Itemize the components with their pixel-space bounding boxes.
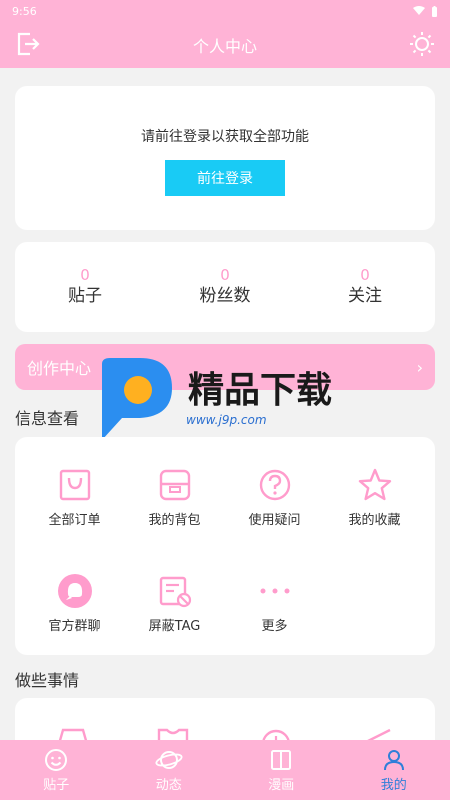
- stat-followers[interactable]: 0 粉丝数: [155, 242, 295, 332]
- status-time: 9:56: [12, 4, 37, 18]
- shopping-bag-icon: [55, 465, 95, 505]
- tab-comics[interactable]: 漫画: [225, 740, 338, 800]
- backpack-icon: [155, 465, 195, 505]
- wifi-icon: [413, 6, 425, 15]
- logout-icon[interactable]: [14, 30, 42, 58]
- tab-posts[interactable]: 贴子: [0, 740, 113, 800]
- battery-icon: [432, 5, 437, 17]
- star-icon: [355, 465, 395, 505]
- stat-label: 贴子: [68, 286, 102, 306]
- status-icons: [413, 5, 438, 17]
- info-card: 全部订单 我的背包 使用疑问 我的收藏 官方群聊 屏蔽TAG 更多: [15, 437, 435, 655]
- page-title: 个人中心: [192, 37, 257, 56]
- tab-label: 贴子: [43, 777, 70, 793]
- tab-label: 动态: [155, 777, 182, 793]
- stat-value: 0: [220, 266, 230, 284]
- question-icon: [255, 465, 295, 505]
- grid-item-label: 官方群聊: [48, 619, 101, 634]
- grid-item-block-tag[interactable]: 屏蔽TAG: [122, 571, 227, 634]
- stats-card: 0 贴子 0 粉丝数 0 关注: [15, 242, 435, 332]
- grid-item-favorites[interactable]: 我的收藏: [322, 465, 427, 528]
- info-section-title: 信息查看: [15, 409, 80, 428]
- stat-value: 0: [360, 266, 370, 284]
- tab-label: 我的: [380, 777, 407, 793]
- grid-item-help[interactable]: 使用疑问: [222, 465, 327, 528]
- book-icon: [271, 749, 292, 770]
- smile-icon: [45, 748, 68, 771]
- stat-following[interactable]: 0 关注: [295, 242, 435, 332]
- login-card: 请前往登录以获取全部功能 前往登录: [15, 86, 435, 230]
- grid-item-label: 屏蔽TAG: [148, 619, 201, 634]
- chat-icon: [55, 571, 95, 611]
- grid-item-label: 我的背包: [148, 513, 201, 528]
- stat-value: 0: [80, 266, 90, 284]
- bottom-tab-bar: 贴子 动态 漫画 我的: [0, 740, 450, 800]
- grid-item-backpack[interactable]: 我的背包: [122, 465, 227, 528]
- stat-posts[interactable]: 0 贴子: [15, 242, 155, 332]
- tab-feed[interactable]: 动态: [113, 740, 226, 800]
- person-icon: [383, 749, 404, 770]
- grid-item-group-chat[interactable]: 官方群聊: [22, 571, 127, 634]
- login-button[interactable]: 前往登录: [165, 160, 285, 196]
- block-tag-icon: [155, 571, 195, 611]
- stat-label: 关注: [348, 286, 382, 306]
- grid-item-more[interactable]: 更多: [222, 571, 327, 634]
- planet-icon: [155, 750, 183, 769]
- watermark-logo: 精品下载 www.j9p.com: [102, 358, 332, 438]
- watermark-brand: 精品下载: [188, 370, 332, 411]
- watermark-url: www.j9p.com: [186, 413, 267, 427]
- status-bar: 9:56: [0, 0, 450, 22]
- login-hint: 请前往登录以获取全部功能: [141, 129, 309, 145]
- top-bar: 个人中心: [0, 22, 450, 68]
- grid-item-label: 全部订单: [48, 513, 101, 528]
- grid-item-label: 更多: [261, 619, 288, 634]
- more-icon: [255, 571, 295, 611]
- tab-label: 漫画: [268, 777, 295, 793]
- brightness-icon[interactable]: [408, 30, 436, 58]
- chevron-right-icon: ›: [416, 357, 423, 377]
- grid-item-label: 我的收藏: [348, 513, 401, 528]
- stat-label: 粉丝数: [199, 286, 251, 306]
- grid-item-orders[interactable]: 全部订单: [22, 465, 127, 528]
- tab-mine[interactable]: 我的: [338, 740, 450, 800]
- creator-center-label: 创作中心: [27, 359, 92, 378]
- grid-item-label: 使用疑问: [248, 513, 301, 528]
- do-things-section-title: 做些事情: [15, 671, 80, 690]
